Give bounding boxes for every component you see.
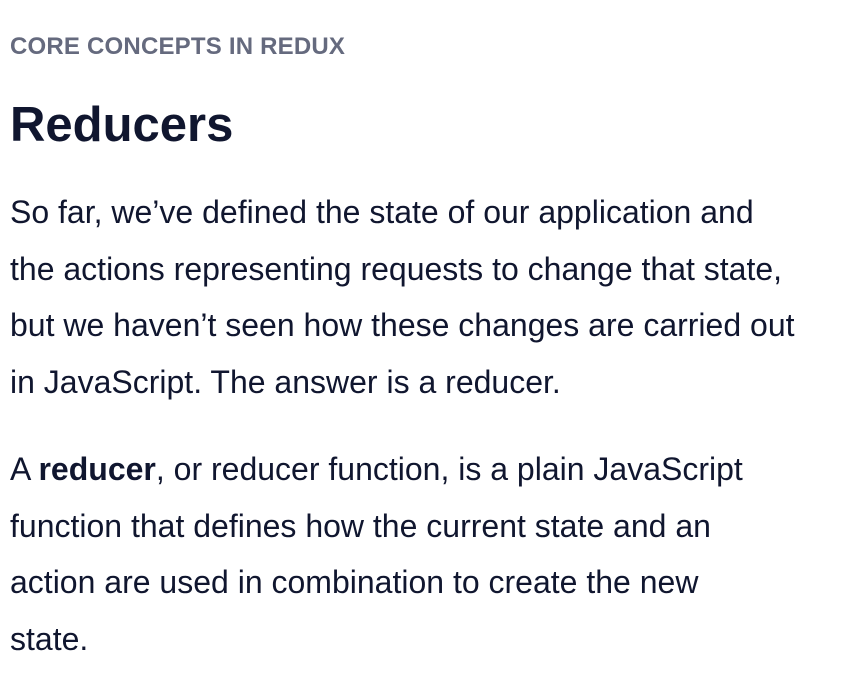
page-title: Reducers [10,98,234,152]
definition-paragraph: A reducer, or reducer function, is a pla… [10,441,862,667]
paragraph-line: So far, we’ve defined the state of our a… [10,194,754,230]
paragraph-lead: A [10,451,39,487]
paragraph-line: in JavaScript. The answer is a reducer. [10,363,561,400]
paragraph-line-rest: , or reducer function, is a plain JavaSc… [155,451,743,487]
paragraph-line: state. [10,620,89,657]
intro-paragraph: So far, we’ve defined the state of our a… [10,184,862,410]
paragraph-line: but we haven’t seen how these changes ar… [10,307,795,343]
section-eyebrow: CORE CONCEPTS IN REDUX [10,33,346,60]
paragraph-line: action are used in combination to create… [10,564,699,600]
paragraph-line: the actions representing requests to cha… [10,250,783,287]
paragraph-line: function that defines how the current st… [10,507,711,544]
defined-term: reducer [38,451,156,487]
paragraph-line: A reducer, or reducer function, is a pla… [10,441,862,498]
